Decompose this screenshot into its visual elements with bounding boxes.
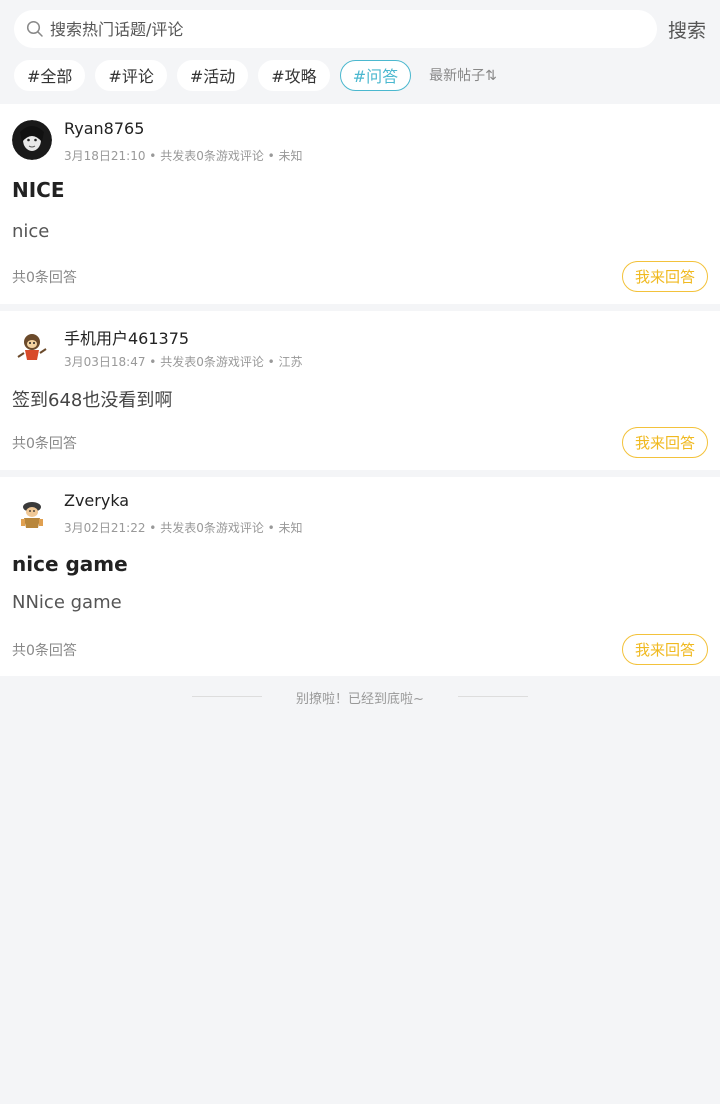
tag-events[interactable]: #活动 — [176, 59, 249, 91]
tag-all[interactable]: #全部 — [14, 59, 86, 91]
post-username[interactable]: Zveryka — [64, 491, 129, 510]
avatar[interactable] — [12, 120, 52, 160]
answer-count: 共0条回答 — [12, 643, 77, 659]
answer-button[interactable]: 我来回答 — [622, 261, 708, 292]
search-icon — [26, 20, 43, 37]
answer-button[interactable]: 我来回答 — [622, 634, 708, 665]
tag-guides[interactable]: #攻略 — [258, 59, 330, 91]
post-username[interactable]: 手机用户461375 — [64, 325, 189, 349]
top-bar: 搜索 #全部 #评论 #活动 #攻略 #问答 最新帖子⇅ — [0, 0, 720, 104]
post-card[interactable]: Zveryka 3月02日21:22 • 共发表0条游戏评论 • 未知 nice… — [0, 477, 720, 676]
avatar[interactable] — [12, 327, 52, 367]
end-of-list-indicator: 别撩啦！已经到底啦~ — [0, 688, 720, 707]
post-title[interactable]: nice game — [12, 552, 128, 576]
post-title[interactable]: NICE — [12, 178, 65, 202]
post-card[interactable]: Ryan8765 3月18日21:10 • 共发表0条游戏评论 • 未知 NIC… — [0, 104, 720, 304]
post-body[interactable]: nice — [12, 221, 49, 242]
search-button[interactable]: 搜索 — [668, 16, 706, 43]
answer-count: 共0条回答 — [12, 270, 77, 286]
divider — [458, 696, 528, 697]
tag-filter-bar: #全部 #评论 #活动 #攻略 #问答 最新帖子⇅ — [14, 59, 497, 91]
post-meta: 3月03日18:47 • 共发表0条游戏评论 • 江苏 — [64, 355, 303, 369]
tag-reviews[interactable]: #评论 — [95, 59, 167, 91]
post-meta: 3月02日21:22 • 共发表0条游戏评论 • 未知 — [64, 521, 303, 535]
post-body[interactable]: NNice game — [12, 592, 122, 613]
search-box[interactable] — [14, 10, 657, 48]
sort-latest-posts[interactable]: 最新帖子⇅ — [429, 65, 497, 85]
answer-button[interactable]: 我来回答 — [622, 427, 708, 458]
post-meta: 3月18日21:10 • 共发表0条游戏评论 • 未知 — [64, 149, 303, 163]
search-input[interactable] — [50, 19, 610, 39]
end-of-list-text: 别撩啦！已经到底啦~ — [296, 692, 424, 707]
post-card[interactable]: 手机用户461375 3月03日18:47 • 共发表0条游戏评论 • 江苏 签… — [0, 311, 720, 470]
post-username[interactable]: Ryan8765 — [64, 119, 144, 138]
avatar[interactable] — [12, 493, 52, 533]
tag-qa[interactable]: #问答 — [339, 59, 412, 91]
post-body[interactable]: 签到648也没看到啊 — [12, 386, 172, 412]
answer-count: 共0条回答 — [12, 436, 77, 452]
